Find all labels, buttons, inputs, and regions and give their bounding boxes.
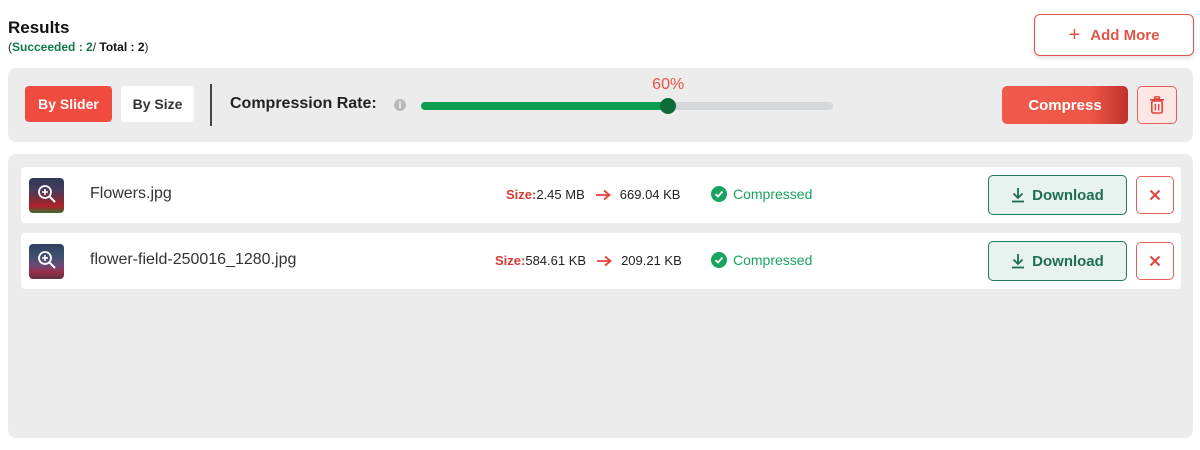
compression-rate-label: Compression Rate: <box>230 95 377 112</box>
compress-button[interactable]: Compress <box>1002 86 1128 124</box>
original-size: 2.45 MB <box>536 187 585 202</box>
page-title: Results <box>8 18 70 37</box>
close-icon <box>1149 255 1161 267</box>
zoom-in-icon <box>38 251 56 269</box>
arrow-right-icon <box>595 189 611 201</box>
file-row: Flowers.jpg Size: 2.45 MB 669.04 KB Comp… <box>21 167 1181 223</box>
by-slider-tab[interactable]: By Slider <box>25 86 112 122</box>
original-size: 584.61 KB <box>525 253 587 268</box>
zoom-in-icon <box>38 185 56 203</box>
by-size-tab[interactable]: By Size <box>121 86 194 122</box>
check-circle-icon <box>711 252 727 268</box>
file-thumbnail[interactable] <box>29 178 64 213</box>
file-row: flower-field-250016_1280.jpg Size: 584.6… <box>21 233 1181 289</box>
slider-value: 60% <box>652 76 685 93</box>
total-count: Total : 2 <box>99 40 145 54</box>
download-label: Download <box>1032 252 1104 270</box>
plus-icon: + <box>1068 24 1081 46</box>
file-name: Flowers.jpg <box>90 185 172 202</box>
toolbar-divider <box>210 84 212 126</box>
download-button[interactable]: Download <box>988 241 1127 281</box>
status-text: Compressed <box>733 186 813 202</box>
file-list: Flowers.jpg Size: 2.45 MB 669.04 KB Comp… <box>8 154 1193 438</box>
remove-file-button[interactable] <box>1136 176 1174 214</box>
compressed-size: 209.21 KB <box>621 253 682 268</box>
size-info: Size: 2.45 MB 669.04 KB <box>506 187 680 202</box>
delete-all-button[interactable] <box>1137 86 1177 124</box>
check-circle-icon <box>711 186 727 202</box>
summary-close-paren: ) <box>144 40 149 54</box>
trash-icon <box>1150 96 1164 114</box>
results-summary: (Succeeded : 2/ Total : 2) <box>8 39 149 55</box>
slider-thumb[interactable] <box>660 98 677 114</box>
compression-toolbar: By Slider By Size Compression Rate: i 60… <box>8 68 1193 142</box>
download-button[interactable]: Download <box>988 175 1127 215</box>
size-label: Size: <box>495 253 526 268</box>
remove-file-button[interactable] <box>1136 242 1174 280</box>
info-icon[interactable]: i <box>394 99 406 111</box>
add-more-button[interactable]: + Add More <box>1034 14 1194 56</box>
file-name: flower-field-250016_1280.jpg <box>90 251 297 268</box>
download-icon <box>1012 254 1025 269</box>
compressed-size: 669.04 KB <box>619 187 681 202</box>
arrow-right-icon <box>596 255 612 267</box>
download-label: Download <box>1032 186 1104 204</box>
size-info: Size: 584.61 KB 209.21 KB <box>495 253 682 268</box>
add-more-label: Add More <box>1090 26 1160 44</box>
compression-rate-slider[interactable]: 60% <box>421 76 833 116</box>
summary-separator: / <box>92 40 97 54</box>
status-text: Compressed <box>733 252 813 268</box>
succeeded-count: Succeeded : 2 <box>12 40 93 54</box>
slider-fill <box>421 102 669 110</box>
size-label: Size: <box>506 187 537 202</box>
results-header: Results (Succeeded : 2/ Total : 2) <box>8 18 149 55</box>
download-icon <box>1012 188 1025 203</box>
close-icon <box>1149 189 1161 201</box>
file-thumbnail[interactable] <box>29 244 64 279</box>
status-badge: Compressed <box>711 252 812 268</box>
status-badge: Compressed <box>711 186 812 202</box>
